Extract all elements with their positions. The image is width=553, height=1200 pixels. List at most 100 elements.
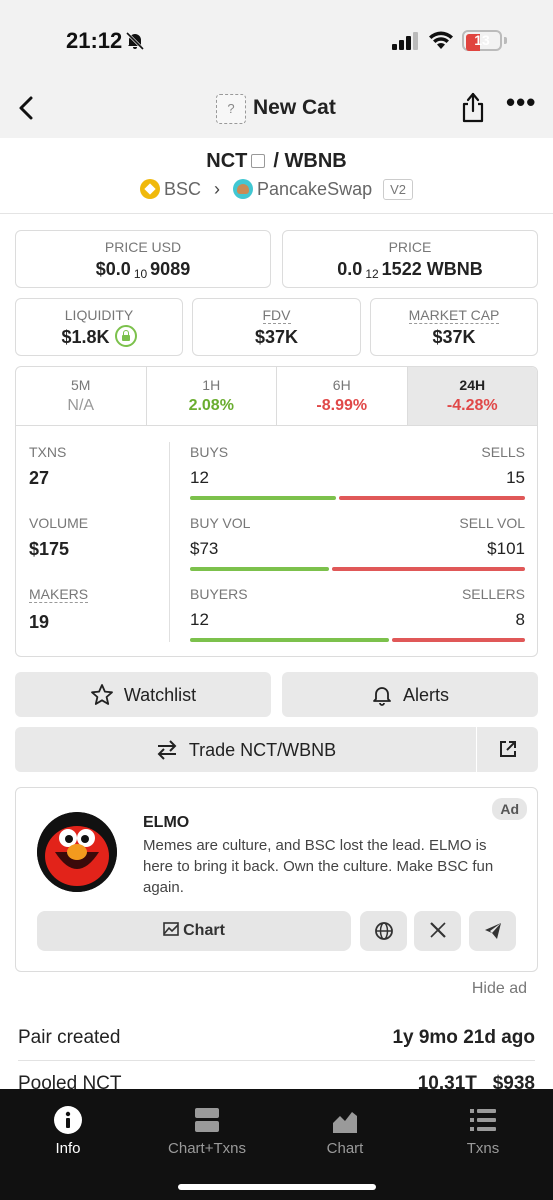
buys-value: 12 — [190, 468, 209, 487]
tab-info[interactable]: Info — [8, 1106, 128, 1157]
ad-telegram-button[interactable] — [469, 911, 516, 951]
fdv-card[interactable]: FDV $37K — [192, 298, 361, 356]
price-usd-value: $0.0 10 9089 — [95, 259, 191, 281]
buyers-value: 12 — [190, 610, 209, 629]
makers-bar — [190, 638, 525, 642]
chain-name[interactable]: BSC — [164, 179, 201, 199]
ad-card: Ad ELMO Memes are culture, and BSC lost … — [15, 787, 538, 972]
tab-1h[interactable]: 1H 2.08% — [147, 367, 277, 425]
token-icon-placeholder: ? — [216, 94, 246, 124]
alerts-button[interactable]: Alerts — [282, 672, 538, 717]
price-native-value: 0.0 12 1522 WBNB — [337, 259, 483, 281]
tab-24h[interactable]: 24H -4.28% — [407, 367, 537, 425]
buyers-label: BUYERS — [190, 586, 248, 602]
pair-quote: WBNB — [284, 150, 347, 172]
timeframe-change: 2.08% — [188, 397, 234, 414]
ad-website-button[interactable] — [360, 911, 407, 951]
timeframe-label: 1H — [202, 377, 221, 393]
activity-panel: 5M N/A 1H 2.08% 6H -8.99% 24H -4.28% TXN… — [15, 366, 538, 657]
home-indicator — [178, 1184, 376, 1190]
more-options-icon[interactable]: ••• — [506, 89, 536, 116]
ad-x-button[interactable] — [414, 911, 461, 951]
activity-divider — [169, 442, 170, 642]
volume-label: VOLUME — [29, 515, 89, 531]
buys-label: BUYS — [190, 444, 229, 460]
trade-external-button[interactable] — [477, 727, 538, 772]
split-view-icon — [195, 1108, 219, 1132]
timeframe-change: N/A — [67, 397, 95, 414]
x-twitter-icon — [429, 922, 446, 938]
pair-header: NCT / WBNB BSC › PancakeSwap V2 — [0, 138, 553, 214]
back-arrow-icon[interactable] — [14, 92, 40, 124]
info-value: 1y 9mo 21d ago — [392, 1027, 535, 1048]
battery-indicator: 13 — [462, 30, 502, 51]
area-chart-icon — [333, 1112, 357, 1133]
info-row-divider — [18, 1060, 535, 1061]
version-badge: V2 — [383, 178, 414, 200]
makers-label[interactable]: MAKERS — [29, 586, 89, 603]
globe-icon — [374, 922, 393, 940]
liquidity-lock-icon[interactable] — [114, 325, 137, 348]
timeframe-label: 6H — [332, 377, 351, 393]
tab-label: Txns — [466, 1140, 500, 1157]
watchlist-button[interactable]: Watchlist — [15, 672, 271, 717]
market-cap-card[interactable]: MARKET CAP $37K — [370, 298, 538, 356]
status-bar: 21:12 13 — [0, 0, 553, 80]
liquidity-card: LIQUIDITY $1.8K — [15, 298, 183, 356]
liquidity-value: $1.8K — [16, 325, 182, 349]
share-icon[interactable] — [460, 90, 486, 124]
fdv-value: $37K — [254, 327, 299, 347]
bell-icon — [373, 687, 391, 707]
trade-button[interactable]: Trade NCT/WBNB — [15, 727, 476, 772]
telegram-icon — [484, 923, 501, 939]
tab-label: Chart — [326, 1140, 364, 1157]
price-usd-card: PRICE USD $0.0 10 9089 — [15, 230, 271, 288]
info-icon — [54, 1106, 82, 1134]
tab-5m[interactable]: 5M N/A — [16, 367, 147, 425]
sellers-value: 8 — [515, 610, 525, 629]
sellers-label: SELLERS — [461, 586, 525, 602]
sell-vol-bar — [332, 567, 525, 571]
pair-name: NCT / WBNB — [0, 150, 553, 173]
timeframe-change: -8.99% — [316, 397, 368, 414]
timeframe-label: 24H — [459, 377, 486, 393]
volume-bar — [190, 567, 525, 571]
hide-ad-link[interactable]: Hide ad — [472, 980, 527, 998]
txns-label: TXNS — [29, 444, 67, 460]
makers-stat: MAKERS 19 — [29, 586, 89, 633]
sell-vol-label: SELL VOL — [459, 515, 525, 531]
ad-chart-label: Chart — [183, 922, 225, 939]
buy-sell-volume-stat: BUY VOL SELL VOL $73 $101 — [190, 515, 525, 571]
tab-chart-txns[interactable]: Chart+Txns — [147, 1106, 267, 1157]
market-cap-value: $37K — [432, 327, 476, 347]
price-usd-label: PRICE USD — [104, 239, 182, 255]
buys-sells-stat: BUYS SELLS 12 15 — [190, 444, 525, 500]
buyers-bar — [190, 638, 390, 642]
ad-badge: Ad — [492, 798, 527, 820]
buyers-sellers-stat: BUYERS SELLERS 12 8 — [190, 586, 525, 642]
buys-bar — [190, 496, 337, 500]
ad-description: Memes are culture, and BSC lost the lead… — [143, 837, 494, 896]
bell-off-icon — [125, 31, 145, 51]
sellers-bar — [392, 638, 525, 642]
tab-chart[interactable]: Chart — [285, 1106, 405, 1157]
cellular-signal-icon — [392, 32, 418, 50]
info-label: Pair created — [18, 1027, 121, 1048]
tab-6h[interactable]: 6H -8.99% — [277, 367, 408, 425]
ad-chart-button[interactable]: Chart — [37, 911, 351, 951]
txns-value: 27 — [29, 468, 50, 488]
sell-vol-value: $101 — [487, 539, 525, 558]
star-icon — [90, 684, 113, 706]
tab-label: Info — [55, 1140, 81, 1157]
info-row-pair-created: Pair created 1y 9mo 21d ago — [18, 1027, 535, 1049]
buy-vol-value: $73 — [190, 539, 219, 558]
market-cap-label: MARKET CAP — [408, 307, 500, 324]
bottom-tab-bar: Info Chart+Txns Chart Txns — [0, 1089, 553, 1200]
list-icon — [470, 1109, 496, 1131]
pancakeswap-icon — [233, 179, 254, 200]
copy-icon[interactable] — [251, 154, 266, 168]
tab-txns[interactable]: Txns — [423, 1106, 543, 1157]
dex-name[interactable]: PancakeSwap — [257, 179, 372, 199]
volume-stat: VOLUME $175 — [29, 515, 88, 560]
pair-base: NCT — [206, 150, 248, 172]
